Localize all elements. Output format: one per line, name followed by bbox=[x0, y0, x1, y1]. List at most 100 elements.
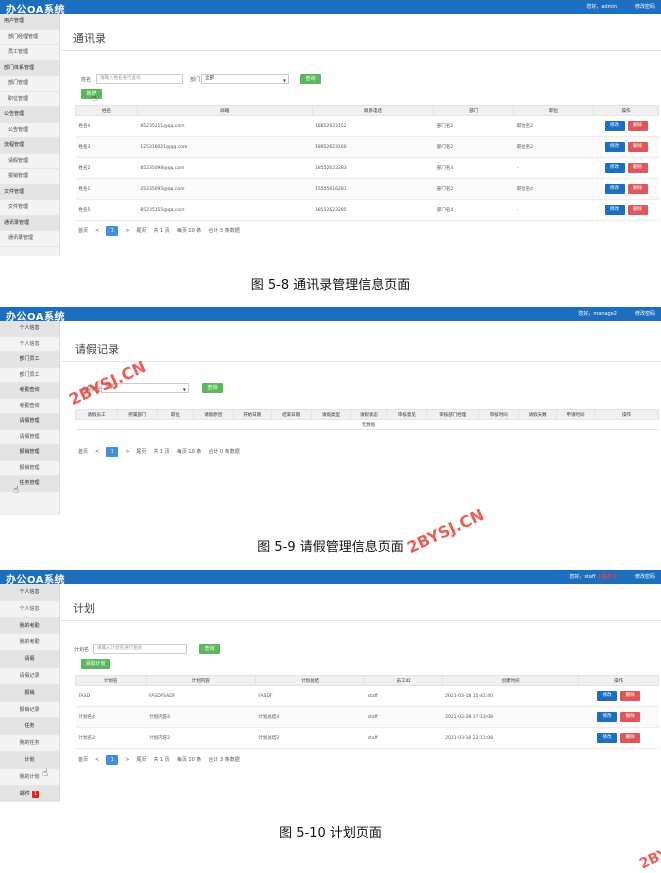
edit-button[interactable]: 修改 bbox=[604, 142, 625, 152]
delete-button[interactable]: 删除 bbox=[620, 712, 641, 722]
sidebar-item[interactable]: 任务管理 bbox=[0, 476, 59, 492]
delete-button[interactable]: 删除 bbox=[620, 691, 641, 701]
sidebar-item[interactable]: 员工管理 bbox=[0, 45, 59, 61]
sidebar-item[interactable]: 报销管理 bbox=[0, 445, 59, 461]
sidebar-item[interactable]: 部门体系管理 bbox=[0, 60, 59, 76]
sidebar-item[interactable]: 职位管理 bbox=[0, 92, 59, 107]
column-header[interactable]: 请假天数 bbox=[518, 409, 558, 420]
sidebar-item[interactable]: 公告管理 bbox=[0, 107, 59, 123]
column-header[interactable]: 职位 bbox=[156, 409, 194, 420]
sidebar-item[interactable]: 部门员工 bbox=[0, 368, 59, 383]
column-header[interactable]: 职位 bbox=[513, 105, 595, 116]
sidebar-item[interactable]: 报销管理 bbox=[0, 169, 59, 185]
page-number-button[interactable]: 1 bbox=[106, 447, 119, 457]
sidebar-item[interactable]: 个人信息 bbox=[0, 584, 59, 601]
delete-button[interactable]: 删除 bbox=[627, 121, 648, 131]
sidebar-item[interactable]: 请假记录 bbox=[0, 668, 59, 685]
sidebar-item[interactable]: 考勤查询 bbox=[0, 399, 59, 414]
query-button[interactable]: 查询 bbox=[300, 74, 321, 84]
column-header[interactable]: 创建时间 bbox=[441, 675, 580, 686]
sidebar-item[interactable]: 文件管理 bbox=[0, 200, 59, 216]
prev-page-button[interactable]: < bbox=[95, 228, 99, 234]
sidebar-item[interactable]: 个人信息 bbox=[0, 601, 59, 618]
first-page-link[interactable]: 首页 bbox=[78, 449, 88, 455]
column-header[interactable]: 所属部门 bbox=[116, 409, 158, 420]
sidebar-item[interactable]: 报销记录 bbox=[0, 702, 59, 719]
column-header[interactable]: 操作 bbox=[594, 409, 659, 420]
delete-button[interactable]: 删除 bbox=[627, 163, 648, 173]
column-header[interactable]: 联系电话 bbox=[311, 105, 435, 116]
column-header[interactable]: 计划名 bbox=[75, 675, 147, 686]
column-header[interactable]: 请假类型 bbox=[310, 409, 352, 420]
sidebar-item[interactable]: 部门管理 bbox=[0, 76, 59, 92]
column-header[interactable]: 请假状态 bbox=[350, 409, 388, 420]
last-page-link[interactable]: 尾页 bbox=[136, 757, 146, 763]
delete-button[interactable]: 删除 bbox=[620, 733, 641, 743]
column-header[interactable]: 审核意见 bbox=[386, 409, 428, 420]
sidebar-item[interactable]: 通讯录管理 bbox=[0, 215, 59, 231]
column-header[interactable]: 审核时间 bbox=[478, 409, 520, 420]
prev-page-button[interactable]: < bbox=[95, 757, 99, 763]
edit-button[interactable]: 修改 bbox=[597, 712, 618, 722]
sidebar-item[interactable]: 通讯录管理 bbox=[0, 231, 59, 247]
column-header[interactable]: 操作 bbox=[593, 105, 659, 116]
delete-button[interactable]: 删除 bbox=[627, 205, 648, 215]
sidebar-item[interactable]: 个人信息 bbox=[0, 337, 59, 352]
sidebar-item[interactable]: 请假 bbox=[0, 651, 59, 668]
prev-page-button[interactable]: < bbox=[95, 449, 99, 455]
column-header[interactable]: 邮箱 bbox=[136, 105, 313, 116]
sidebar-item[interactable]: 公告管理 bbox=[0, 123, 59, 138]
change-password-link[interactable]: 修改密码 bbox=[635, 573, 655, 580]
sidebar-item[interactable]: 我的计划 bbox=[0, 769, 59, 786]
sidebar-item[interactable]: 我的考勤 bbox=[0, 617, 59, 635]
column-header[interactable]: 请假原因 bbox=[192, 409, 234, 420]
add-plan-button[interactable]: 添加计划 bbox=[81, 659, 110, 669]
sidebar-item[interactable]: 个人信息 bbox=[0, 321, 59, 337]
sidebar-item[interactable]: 报销 bbox=[0, 684, 59, 702]
column-header[interactable]: 计划内容 bbox=[145, 675, 256, 686]
edit-button[interactable]: 修改 bbox=[604, 205, 625, 215]
sidebar-item[interactable]: 文件管理 bbox=[0, 184, 59, 200]
query-button[interactable]: 查询 bbox=[202, 383, 223, 393]
first-page-link[interactable]: 首页 bbox=[78, 757, 88, 763]
edit-button[interactable]: 修改 bbox=[604, 184, 625, 194]
sidebar-item[interactable]: 部门员工 bbox=[0, 352, 59, 368]
page-number-button[interactable]: 1 bbox=[106, 226, 119, 236]
sidebar-item[interactable]: 报销管理 bbox=[0, 461, 59, 476]
last-page-link[interactable]: 尾页 bbox=[136, 449, 146, 455]
column-header[interactable]: 请假员工 bbox=[75, 409, 118, 420]
sidebar-item[interactable]: 流程管理 bbox=[0, 138, 59, 154]
column-header[interactable]: 操作 bbox=[578, 675, 659, 686]
column-header[interactable]: 姓名 bbox=[75, 105, 138, 116]
column-header[interactable]: 结束日期 bbox=[270, 409, 312, 420]
next-page-button[interactable]: > bbox=[125, 757, 129, 763]
page-number-button[interactable]: 1 bbox=[106, 755, 119, 765]
sidebar-item[interactable]: 请假管理 bbox=[0, 430, 59, 445]
edit-button[interactable]: 修改 bbox=[597, 691, 618, 701]
sidebar-item[interactable]: 任务 bbox=[0, 718, 59, 736]
name-search-input[interactable]: 请输入姓名进行查询 bbox=[96, 74, 183, 84]
sidebar-item[interactable]: 我的任务 bbox=[0, 735, 59, 752]
first-page-link[interactable]: 首页 bbox=[78, 228, 88, 234]
edit-button[interactable]: 修改 bbox=[604, 121, 625, 131]
clock-in-link[interactable]: 上班打卡 bbox=[597, 574, 617, 580]
sidebar-item[interactable]: 计划 bbox=[0, 751, 59, 769]
change-password-link[interactable]: 修改密码 bbox=[635, 310, 655, 317]
sidebar-item[interactable]: 我的考勤 bbox=[0, 634, 59, 652]
next-page-button[interactable]: > bbox=[125, 449, 129, 455]
column-header[interactable]: 员工ID bbox=[364, 675, 443, 686]
change-password-link[interactable]: 修改密码 bbox=[635, 3, 655, 10]
sidebar-item[interactable]: 用户管理 bbox=[0, 14, 59, 30]
plan-name-search-input[interactable]: 请输入计划名进行查询 bbox=[93, 644, 187, 654]
delete-button[interactable]: 删除 bbox=[627, 184, 648, 194]
delete-button[interactable]: 删除 bbox=[627, 142, 648, 152]
dept-select[interactable]: 全部 ▼ bbox=[201, 74, 289, 84]
sidebar-item[interactable]: 部门经理管理 bbox=[0, 30, 59, 45]
sidebar-item[interactable]: 请假管理 bbox=[0, 154, 59, 169]
column-header[interactable]: 审核部门经理 bbox=[426, 409, 480, 420]
column-header[interactable]: 申请时间 bbox=[556, 409, 595, 420]
next-page-button[interactable]: > bbox=[125, 228, 129, 234]
edit-button[interactable]: 修改 bbox=[604, 163, 625, 173]
column-header[interactable]: 开始日期 bbox=[232, 409, 272, 420]
column-header[interactable]: 部门 bbox=[433, 105, 515, 116]
